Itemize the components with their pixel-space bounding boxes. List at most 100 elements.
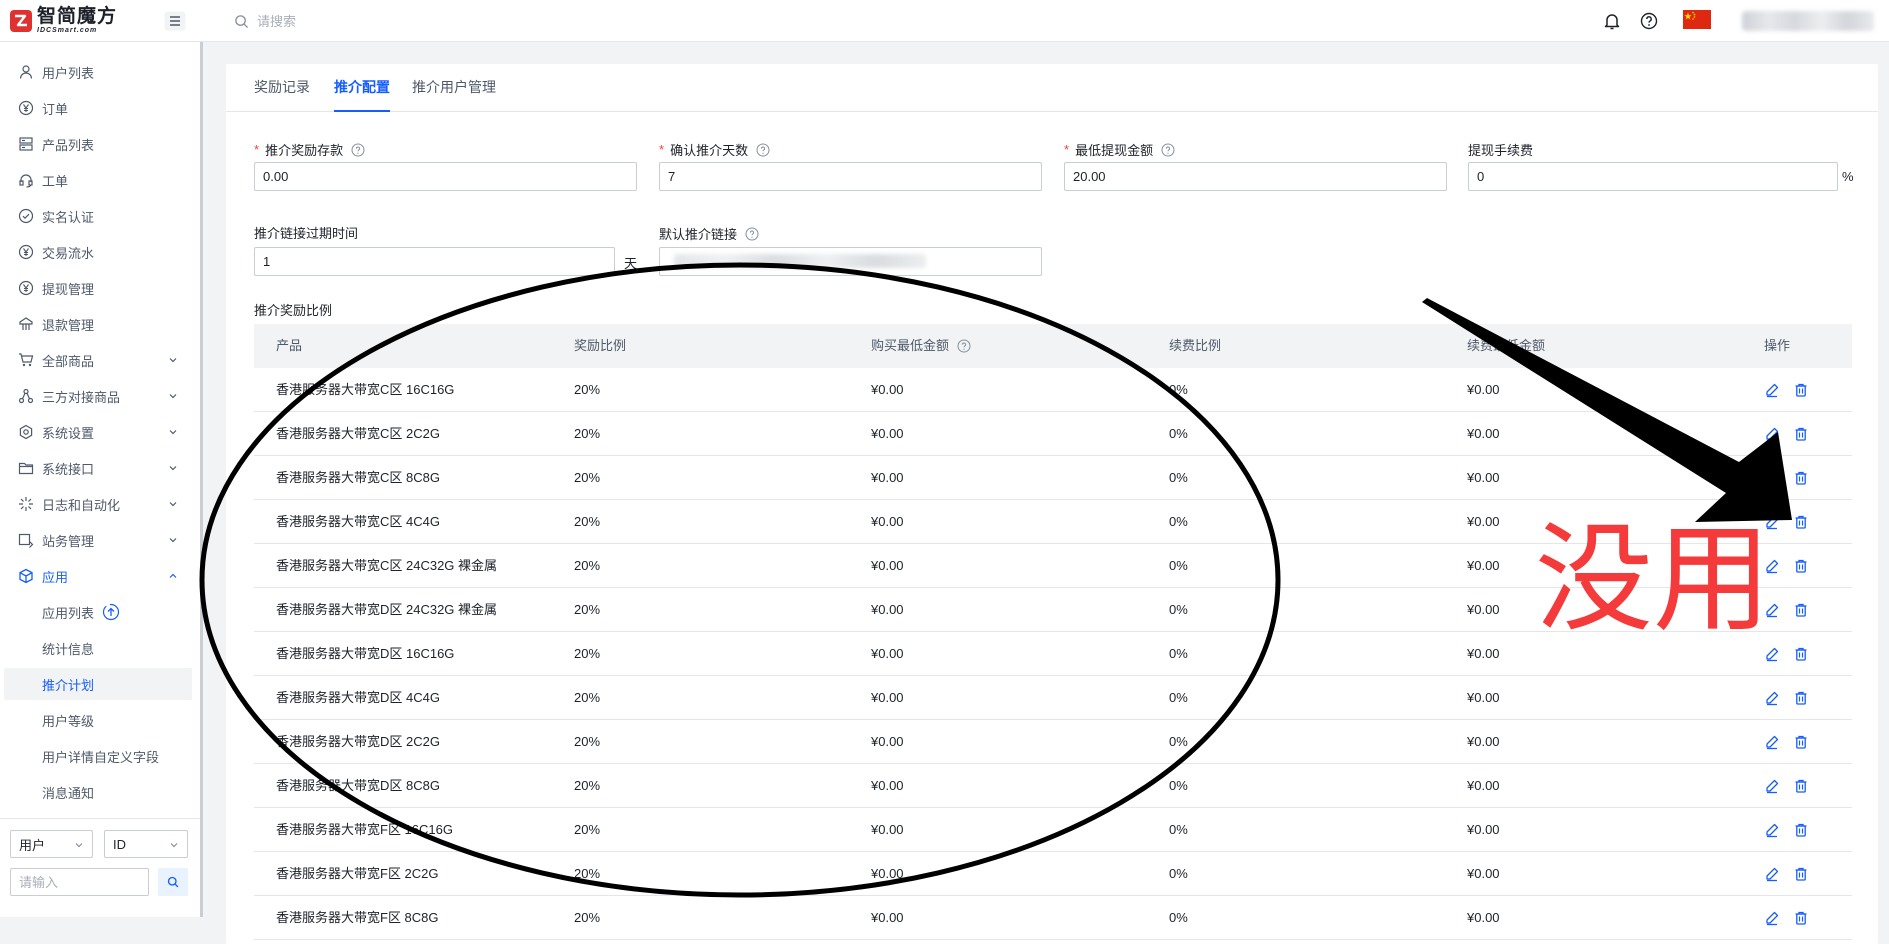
sidebar-item-label: 交易流水 — [42, 245, 95, 261]
sidebar-item-site-management[interactable]: 站务管理 — [0, 523, 200, 557]
table-row: 香港服务器大带宽C区 16C16G 20% ¥0.00 0% ¥0.00 — [254, 368, 1852, 412]
hamburger-icon — [164, 11, 186, 31]
delete-icon[interactable] — [1793, 470, 1809, 486]
sidebar-subitem-notifications[interactable]: 消息通知 — [4, 776, 192, 808]
cell-renew-ratio: 0% — [1169, 602, 1188, 617]
sidebar-item-orders[interactable]: 订单 — [0, 91, 200, 125]
help-circle-icon[interactable] — [1161, 143, 1175, 157]
menu-toggle-button[interactable] — [164, 11, 186, 31]
logo-subtitle: IDCSmart.com — [37, 27, 98, 34]
sidebar-subitem-user-levels[interactable]: 用户等级 — [4, 704, 192, 736]
cell-product: 香港服务器大带宽C区 24C32G 裸金属 — [276, 558, 498, 573]
link-expire-input[interactable] — [254, 247, 615, 276]
user-account-blurred[interactable] — [1742, 11, 1874, 31]
cell-min-renew: ¥0.00 — [1467, 646, 1500, 661]
quick-search-input[interactable] — [10, 868, 149, 896]
sidebar-item-tickets[interactable]: 工单 — [0, 163, 200, 197]
sidebar-subitem-label: 消息通知 — [42, 785, 95, 801]
delete-icon[interactable] — [1793, 514, 1809, 530]
delete-icon[interactable] — [1793, 778, 1809, 794]
network-icon — [18, 388, 34, 404]
confirm-days-input[interactable] — [659, 162, 1042, 191]
reward-deposit-input[interactable] — [254, 162, 637, 191]
delete-icon[interactable] — [1793, 382, 1809, 398]
sidebar-item-products[interactable]: 产品列表 — [0, 127, 200, 161]
help-circle-icon[interactable] — [756, 143, 770, 157]
tab-referral-users[interactable]: 推介用户管理 — [412, 64, 496, 112]
quick-search-button[interactable] — [158, 868, 188, 896]
edit-icon[interactable] — [1764, 602, 1780, 618]
sidebar-item-verification[interactable]: 实名认证 — [0, 199, 200, 233]
column-header-reward-ratio: 奖励比例 — [574, 338, 627, 353]
sidebar-item-withdrawals[interactable]: 提现管理 — [0, 271, 200, 305]
edit-icon[interactable] — [1764, 734, 1780, 750]
cell-renew-ratio: 0% — [1169, 382, 1188, 397]
help-circle-icon[interactable] — [351, 143, 365, 157]
headset-icon — [19, 174, 33, 188]
help-circle-icon[interactable] — [745, 227, 759, 241]
tab-referral-config[interactable]: 推介配置 — [334, 64, 390, 112]
sidebar-item-system-settings[interactable]: 系统设置 — [0, 415, 200, 449]
bell-icon — [1604, 14, 1620, 30]
delete-icon[interactable] — [1793, 602, 1809, 618]
link-expire-unit: 天 — [624, 256, 638, 271]
delete-icon[interactable] — [1793, 822, 1809, 838]
logo[interactable]: 智简魔方 IDCSmart.com — [9, 7, 117, 34]
sidebar-item-refunds[interactable]: 退款管理 — [0, 307, 200, 341]
edit-icon[interactable] — [1764, 558, 1780, 574]
sidebar-item-apps[interactable]: 应用 — [0, 559, 200, 593]
edit-icon[interactable] — [1764, 514, 1780, 530]
delete-icon[interactable] — [1793, 690, 1809, 706]
edit-icon[interactable] — [1764, 866, 1780, 882]
edit-icon[interactable] — [1764, 822, 1780, 838]
help-button[interactable] — [1639, 11, 1659, 31]
search-input[interactable] — [257, 13, 497, 29]
sidebar-subitem-app-list[interactable]: 应用列表 — [4, 596, 192, 628]
edit-icon[interactable] — [1764, 426, 1780, 442]
sidebar-item-all-goods[interactable]: 全部商品 — [0, 343, 200, 377]
sidebar-subitem-referral-plan[interactable]: 推介计划 — [4, 668, 192, 700]
sidebar-item-user-list[interactable]: 用户列表 — [0, 55, 200, 89]
cell-reward-ratio: 20% — [574, 646, 601, 661]
delete-icon[interactable] — [1793, 646, 1809, 662]
delete-icon[interactable] — [1793, 558, 1809, 574]
edit-icon[interactable] — [1764, 778, 1780, 794]
sidebar-subitem-custom-fields[interactable]: 用户详情自定义字段 — [4, 740, 192, 772]
min-withdraw-input[interactable] — [1064, 162, 1447, 191]
language-flag-button[interactable] — [1683, 10, 1711, 29]
cell-product: 香港服务器大带宽F区 8C8G — [276, 910, 439, 925]
sidebar-scrollbar[interactable] — [200, 42, 203, 917]
delete-icon[interactable] — [1793, 866, 1809, 882]
edit-icon[interactable] — [1764, 910, 1780, 926]
edit-icon[interactable] — [1764, 690, 1780, 706]
delete-icon[interactable] — [1793, 910, 1809, 926]
edit-icon[interactable] — [1764, 646, 1780, 662]
table-row: 香港服务器大带宽D区 8C8G 20% ¥0.00 0% ¥0.00 — [254, 764, 1852, 808]
question-circle-icon — [1640, 12, 1658, 30]
notification-button[interactable] — [1602, 11, 1622, 31]
withdraw-fee-input[interactable] — [1468, 162, 1838, 191]
column-header-min-purchase-text: 购买最低金额 — [871, 338, 950, 353]
sidebar-subitem-statistics[interactable]: 统计信息 — [4, 632, 192, 664]
sidebar-item-transactions[interactable]: 交易流水 — [0, 235, 200, 269]
tab-reward-records[interactable]: 奖励记录 — [254, 64, 310, 112]
filter-field-select[interactable]: ID — [104, 830, 188, 858]
min-withdraw-label-text: 最低提现金额 — [1075, 143, 1154, 158]
filter-type-select[interactable]: 用户 — [10, 830, 93, 858]
help-circle-icon[interactable] — [957, 339, 971, 353]
delete-icon[interactable] — [1793, 734, 1809, 750]
default-link-value-blurred — [674, 254, 926, 268]
default-link-label-text: 默认推介链接 — [659, 227, 738, 242]
cell-product: 香港服务器大带宽D区 24C32G 裸金属 — [276, 602, 498, 617]
sidebar-item-third-party-goods[interactable]: 三方对接商品 — [0, 379, 200, 413]
edit-icon[interactable] — [1764, 382, 1780, 398]
sidebar-item-logs-automation[interactable]: 日志和自动化 — [0, 487, 200, 521]
delete-icon[interactable] — [1793, 426, 1809, 442]
cell-reward-ratio: 20% — [574, 558, 601, 573]
cell-min-purchase: ¥0.00 — [871, 910, 904, 925]
sidebar-item-system-interface[interactable]: 系统接口 — [0, 451, 200, 485]
edit-icon[interactable] — [1764, 470, 1780, 486]
cell-product: 香港服务器大带宽C区 2C2G — [276, 426, 440, 441]
global-search[interactable] — [234, 10, 514, 32]
upload-arrow-icon — [102, 603, 120, 621]
